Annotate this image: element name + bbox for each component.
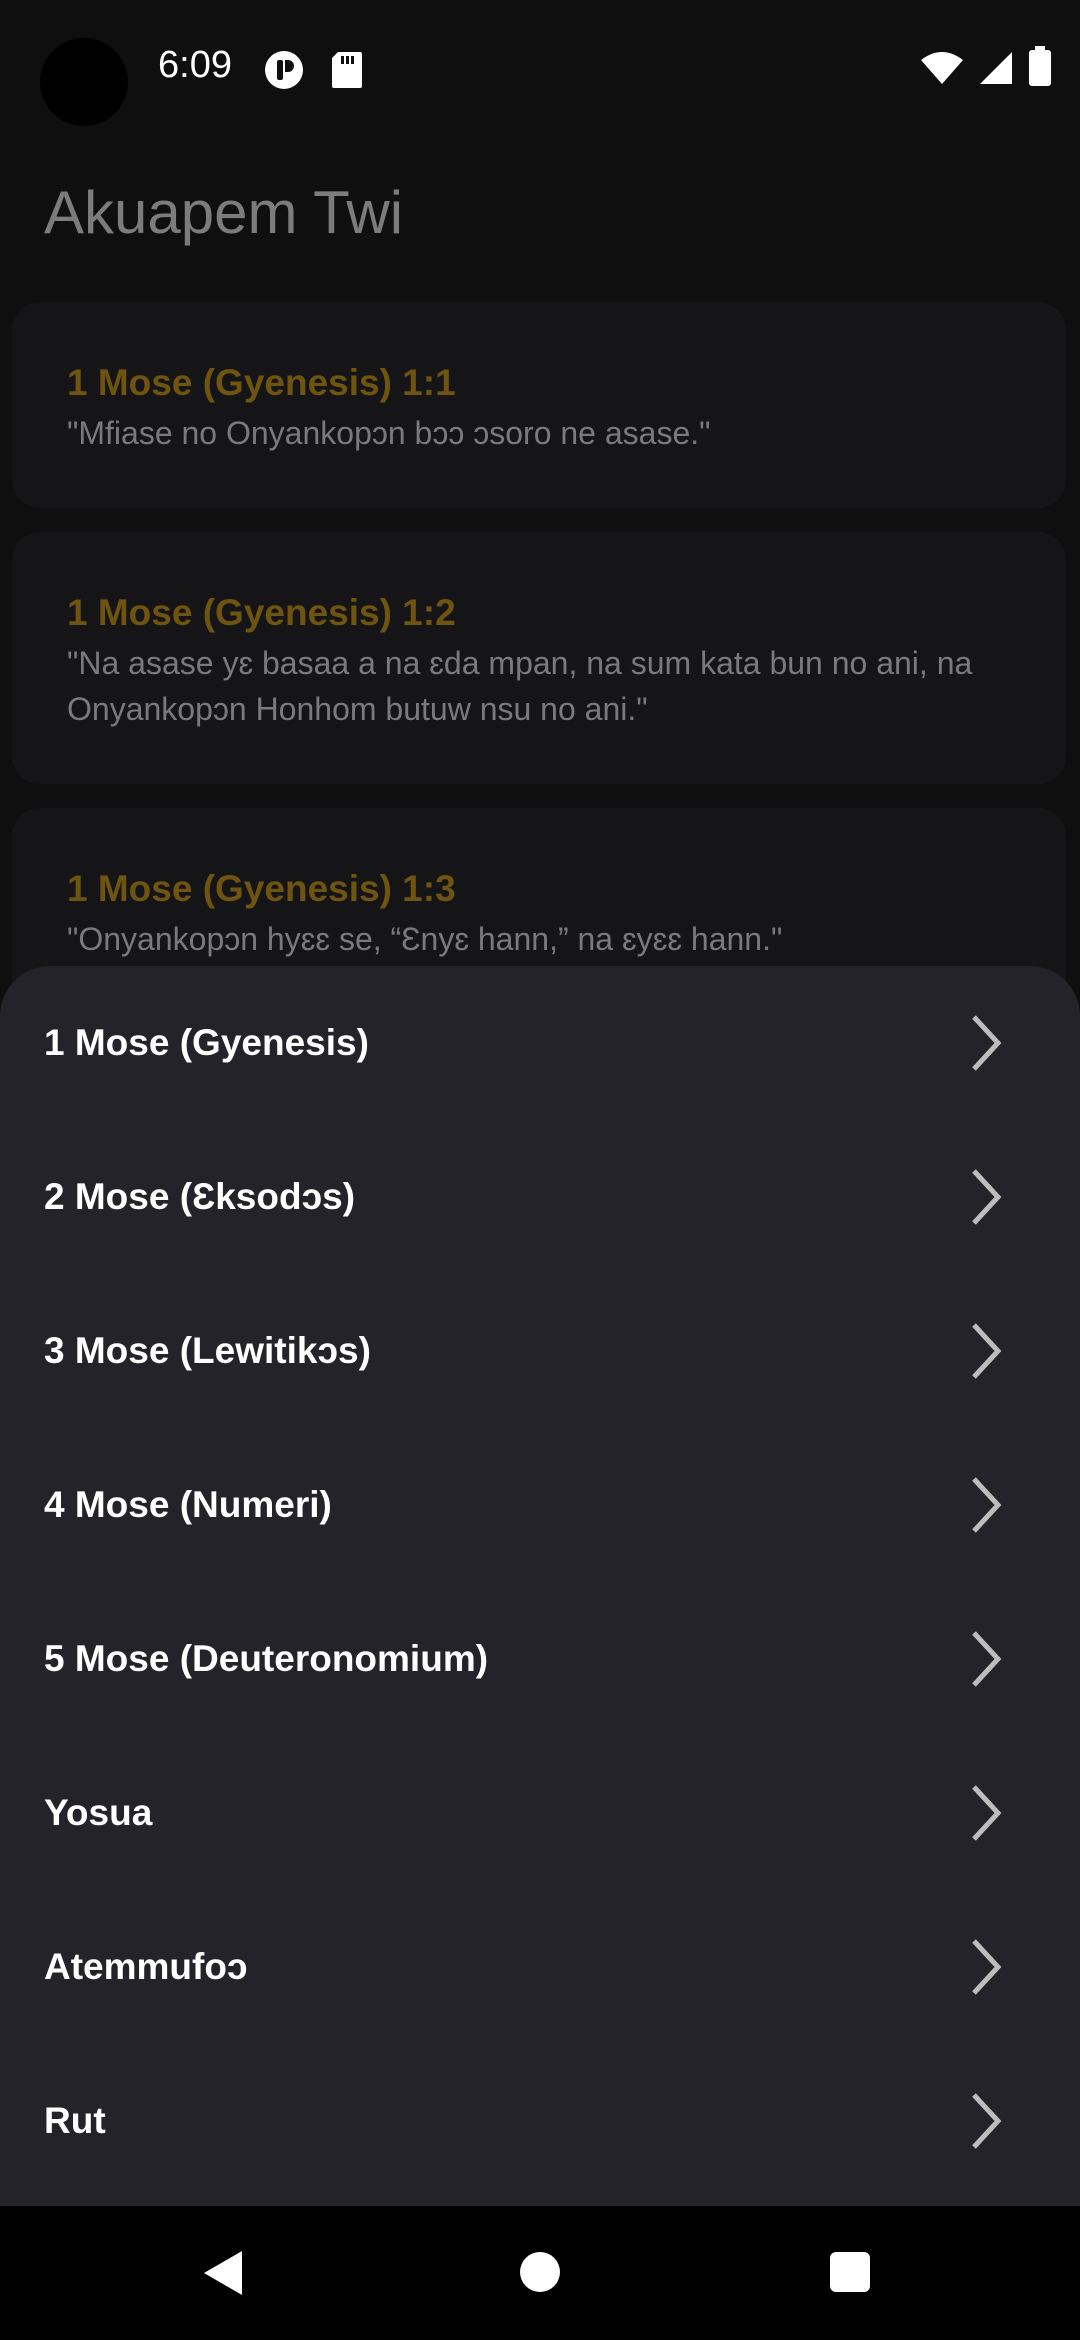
book-label: Yosua (44, 1792, 153, 1833)
recents-icon[interactable] (830, 2252, 870, 2292)
status-bar: 6:09 (0, 0, 1080, 140)
chevron-right-icon (972, 2093, 1002, 2149)
book-row[interactable]: 5 Mose (Deuteronomium) (0, 1582, 1080, 1736)
verse-text: "Na asase yɛ basaa a na ɛda mpan, na sum… (67, 645, 973, 727)
verse-reference: 1 Mose (Gyenesis) 1:2 (67, 592, 456, 633)
book-label: Atemmufoɔ (44, 1946, 248, 1987)
book-label: 2 Mose (Ɛksodɔs) (44, 1176, 356, 1217)
system-nav-bar (0, 2206, 1080, 2340)
app-bar: Akuapem Twi (0, 140, 1080, 290)
chevron-right-icon (972, 1015, 1002, 1071)
book-row[interactable]: Yosua (0, 1736, 1080, 1890)
app-notification-icon (265, 51, 303, 89)
chevron-right-icon (972, 1939, 1002, 1995)
verse-card[interactable]: 1 Mose (Gyenesis) 1:1 "Mfiase no Onyanko… (12, 302, 1066, 508)
verse-text: "Mfiase no Onyankopɔn bɔɔ ɔsoro ne asase… (67, 415, 711, 451)
sd-card-icon (332, 52, 362, 88)
verse-reference: 1 Mose (Gyenesis) 1:3 (67, 868, 456, 909)
book-row[interactable]: Rut (0, 2044, 1080, 2198)
back-icon[interactable] (200, 2248, 246, 2298)
chevron-right-icon (972, 1323, 1002, 1379)
book-row[interactable]: 2 Mose (Ɛksodɔs) (0, 1120, 1080, 1274)
book-row[interactable]: 1 Mose (Gyenesis) (0, 966, 1080, 1120)
verse-reference: 1 Mose (Gyenesis) 1:1 (67, 362, 456, 403)
signal-icon (980, 52, 1012, 84)
verse-card[interactable]: 1 Mose (Gyenesis) 1:2 "Na asase yɛ basaa… (12, 532, 1066, 784)
chevron-right-icon (972, 1631, 1002, 1687)
camera-cutout (40, 38, 128, 126)
book-label: 4 Mose (Numeri) (44, 1484, 332, 1525)
chevron-right-icon (972, 1169, 1002, 1225)
status-time: 6:09 (158, 44, 232, 86)
chevron-right-icon (972, 1785, 1002, 1841)
book-row[interactable]: 4 Mose (Numeri) (0, 1428, 1080, 1582)
page-title: Akuapem Twi (44, 179, 404, 246)
book-row[interactable]: Atemmufoɔ (0, 1890, 1080, 2044)
book-label: 3 Mose (Lewitikɔs) (44, 1330, 371, 1371)
home-icon[interactable] (520, 2252, 560, 2292)
book-label: Rut (44, 2100, 106, 2141)
book-label: 1 Mose (Gyenesis) (44, 1022, 369, 1063)
wifi-icon (921, 52, 963, 84)
verse-text: "Onyankopɔn hyɛɛ se, “Ɛnyɛ hann,” na ɛyɛ… (67, 921, 783, 957)
chevron-right-icon (972, 1477, 1002, 1533)
book-row[interactable]: 3 Mose (Lewitikɔs) (0, 1274, 1080, 1428)
book-list-sheet: 1 Mose (Gyenesis) 2 Mose (Ɛksodɔs) 3 Mos… (0, 966, 1080, 2206)
book-label: 5 Mose (Deuteronomium) (44, 1638, 489, 1679)
battery-icon (1029, 46, 1051, 86)
